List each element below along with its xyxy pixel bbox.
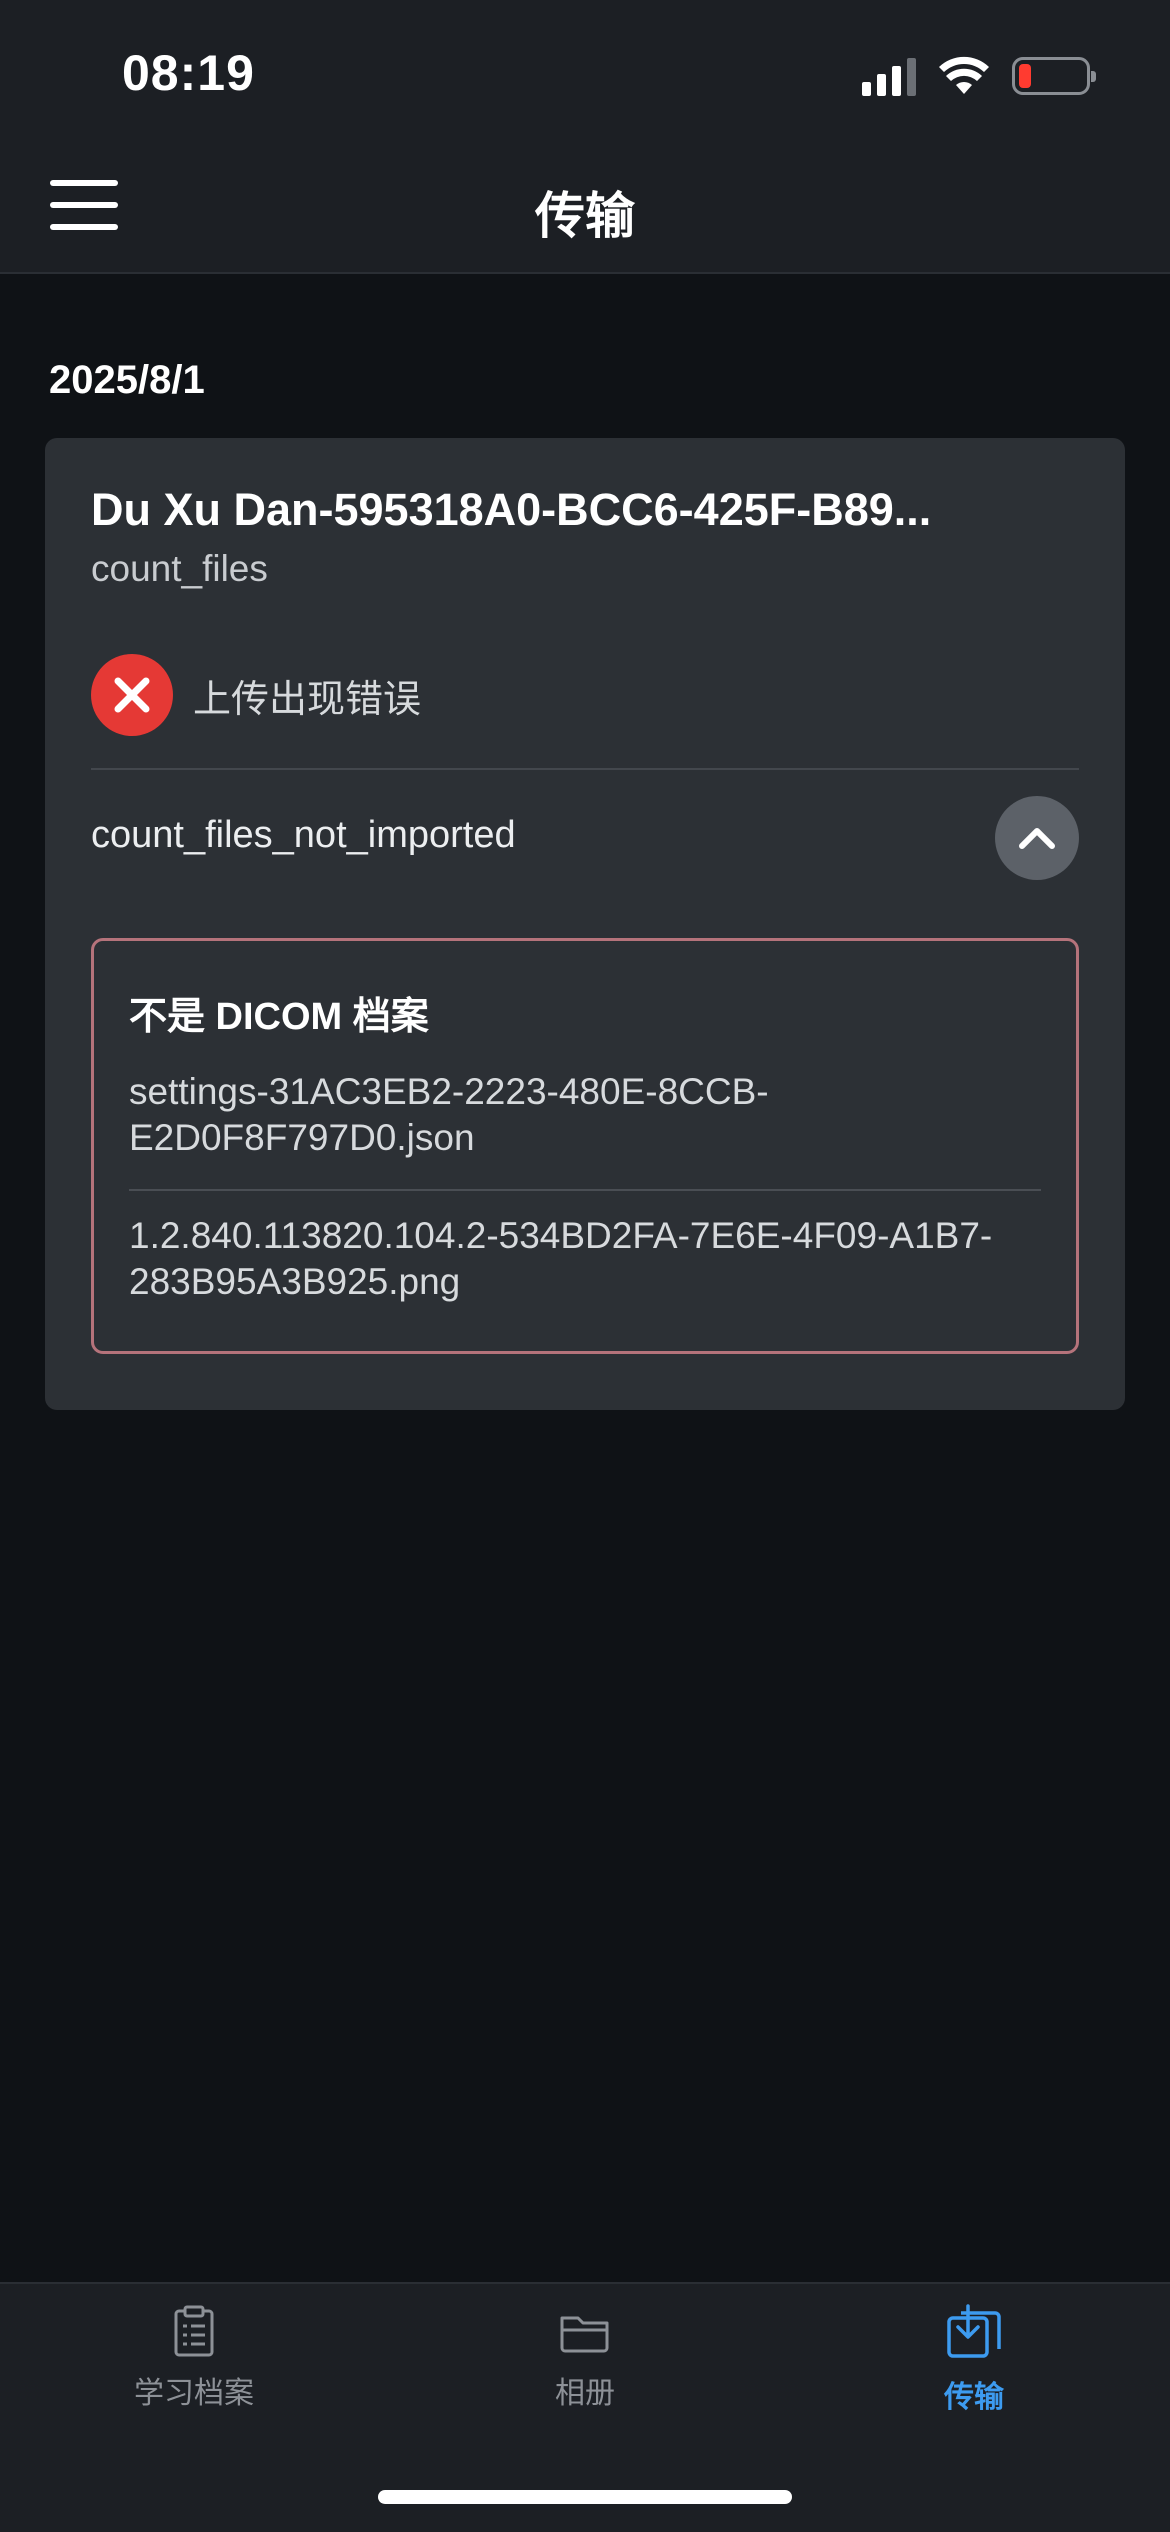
- folder-icon: [560, 2316, 609, 2353]
- not-imported-label: count_files_not_imported: [91, 814, 516, 856]
- tab-album[interactable]: 相册: [435, 2304, 735, 2412]
- date-heading: 2025/8/1: [49, 358, 205, 402]
- status-time: 08:19: [122, 45, 255, 101]
- battery-icon: [1012, 57, 1096, 95]
- tab-study-files[interactable]: 学习档案: [44, 2304, 344, 2412]
- cellular-signal-icon: [862, 56, 916, 96]
- home-indicator: [378, 2490, 792, 2504]
- chevron-up-icon: [1019, 828, 1055, 849]
- file-item: 1.2.840.113820.104.2-534BD2FA-7E6E-4F09-…: [129, 1215, 993, 1302]
- file-item: settings-31AC3EB2-2223-480E-8CCB-E2D0F8F…: [129, 1071, 769, 1158]
- tab-label: 学习档案: [134, 2377, 254, 2410]
- transfer-title: Du Xu Dan-595318A0-BCC6-425F-B89...: [91, 484, 932, 535]
- not-dicom-file-list: 不是 DICOM 档案 settings-31AC3EB2-2223-480E-…: [91, 938, 1079, 1354]
- download-icon: [947, 2304, 1001, 2358]
- status-icons: [862, 56, 1096, 96]
- divider: [129, 1189, 1041, 1191]
- transfer-subtitle: count_files: [91, 548, 268, 589]
- error-status: 上传出现错误: [91, 654, 421, 736]
- tab-label: 传输: [944, 2381, 1004, 2414]
- wifi-icon: [939, 56, 989, 94]
- error-x-icon: [91, 654, 173, 736]
- top-bar: 08:19 传输: [0, 0, 1170, 274]
- clipboard-icon: [174, 2305, 214, 2357]
- page-title: 传输: [535, 188, 635, 244]
- tab-label: 相册: [555, 2377, 615, 2410]
- divider: [91, 768, 1079, 770]
- file-list-title: 不是 DICOM 档案: [129, 996, 429, 1038]
- transfer-card: Du Xu Dan-595318A0-BCC6-425F-B89... coun…: [45, 438, 1125, 1410]
- collapse-button[interactable]: [995, 796, 1079, 880]
- error-status-text: 上传出现错误: [193, 678, 422, 721]
- tab-transfer[interactable]: 传输: [824, 2304, 1124, 2416]
